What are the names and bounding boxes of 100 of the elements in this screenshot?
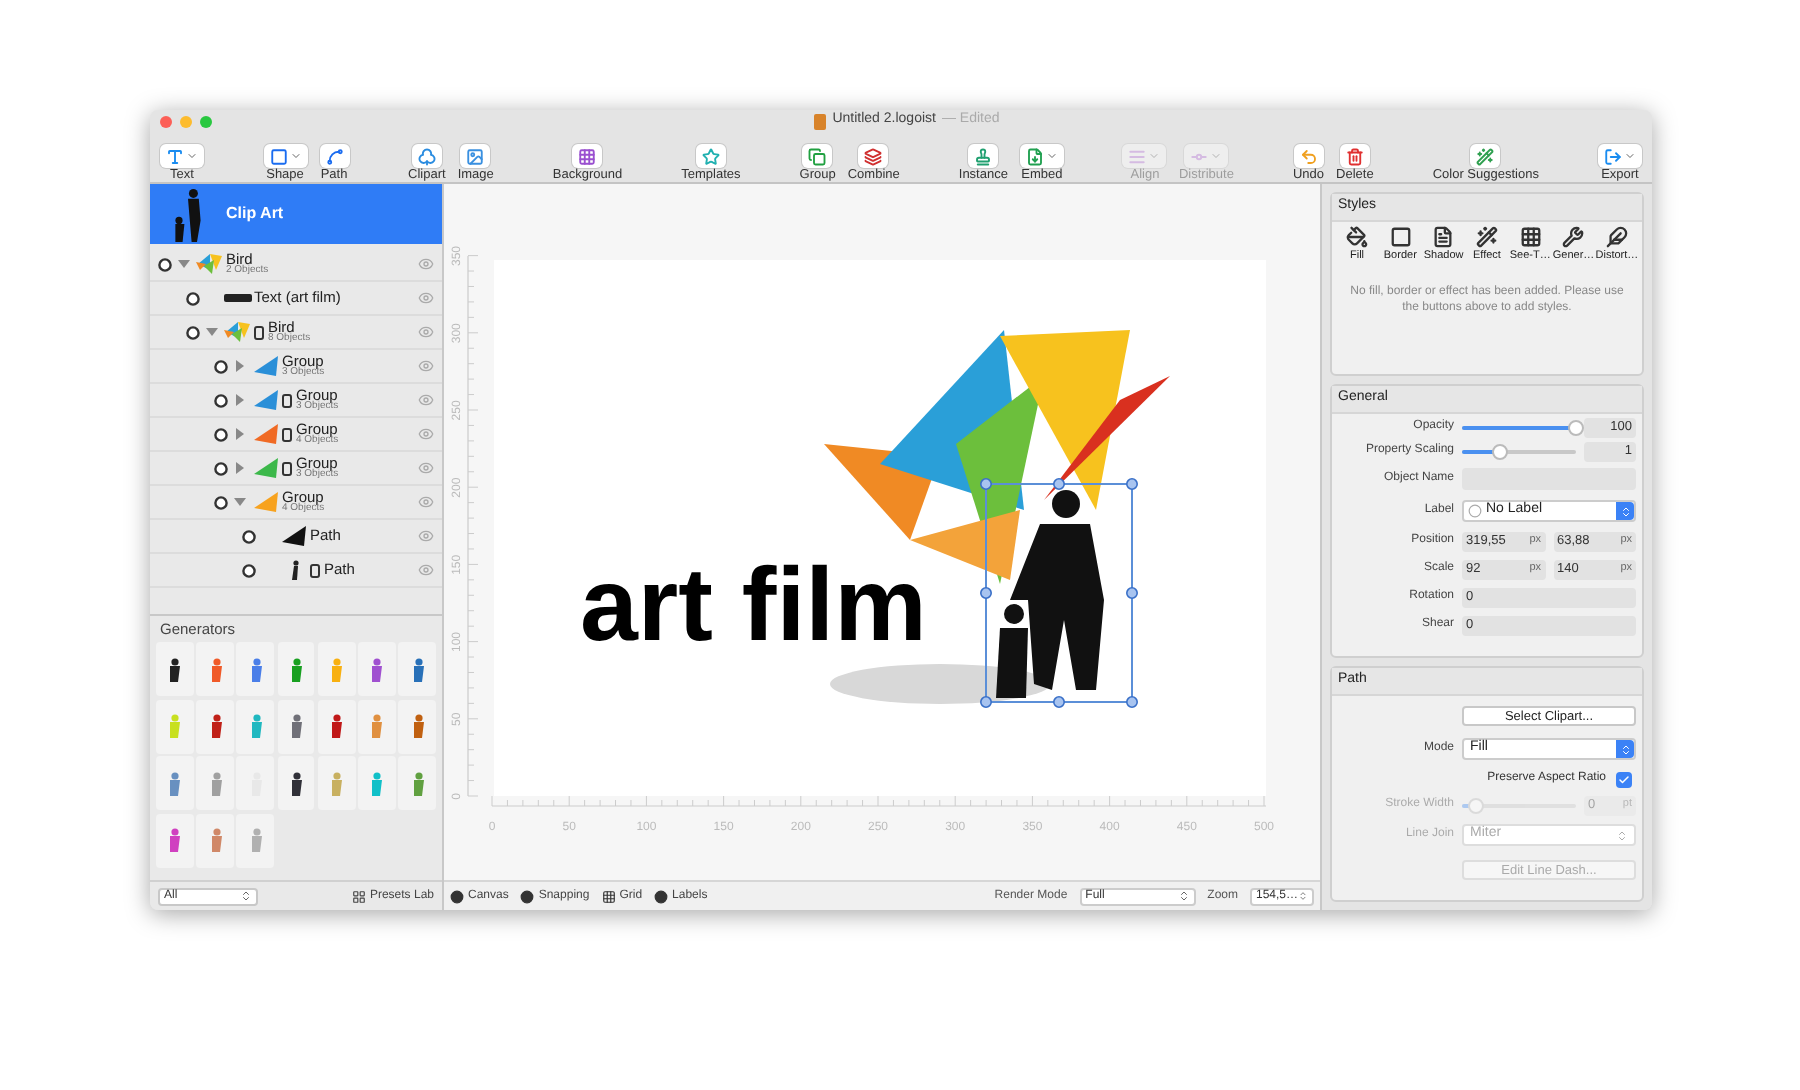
lock-icon bbox=[282, 393, 292, 407]
generator-thumbnail[interactable] bbox=[156, 813, 194, 868]
style-icon bbox=[1519, 225, 1542, 247]
tool-icon bbox=[1299, 147, 1318, 165]
link-node-icon[interactable] bbox=[214, 427, 228, 441]
document-icon bbox=[814, 113, 827, 129]
generator-thumbnail[interactable] bbox=[196, 699, 234, 754]
bird-thumbnail-icon bbox=[196, 252, 224, 276]
link-node-icon[interactable] bbox=[186, 325, 200, 339]
caret-icon bbox=[1210, 150, 1223, 162]
text-thumbnail-icon bbox=[224, 292, 252, 304]
tool-icon bbox=[417, 147, 436, 165]
tool-icon bbox=[578, 147, 597, 165]
generator-thumbnail[interactable] bbox=[196, 642, 234, 697]
visibility-icon[interactable] bbox=[418, 494, 434, 510]
caret-icon bbox=[289, 150, 302, 162]
style-icon bbox=[1389, 225, 1412, 247]
toggle-icon bbox=[520, 889, 535, 903]
clip-art-header[interactable]: Clip Art bbox=[150, 184, 442, 244]
caret-icon bbox=[1623, 150, 1636, 162]
generator-thumbnail[interactable] bbox=[398, 642, 436, 697]
disclosure-triangle-icon[interactable] bbox=[234, 496, 246, 508]
close-button[interactable] bbox=[160, 115, 172, 127]
link-node-icon[interactable] bbox=[186, 291, 200, 305]
aspect-ratio-checkbox[interactable] bbox=[1616, 771, 1632, 787]
label-color-icon bbox=[1468, 504, 1482, 518]
generator-thumbnail[interactable] bbox=[156, 642, 194, 697]
style-icon bbox=[1346, 225, 1368, 247]
visibility-icon[interactable] bbox=[418, 460, 434, 476]
visibility-icon[interactable] bbox=[418, 256, 434, 272]
generator-thumbnail[interactable] bbox=[398, 756, 436, 811]
generator-thumbnail[interactable] bbox=[156, 699, 194, 754]
disclosure-triangle-icon[interactable] bbox=[234, 394, 246, 406]
selection-frame[interactable] bbox=[980, 478, 1138, 708]
disclosure-triangle-icon[interactable] bbox=[206, 326, 218, 338]
slider-thumb[interactable] bbox=[1491, 443, 1508, 459]
visibility-icon[interactable] bbox=[418, 562, 434, 578]
visibility-icon[interactable] bbox=[418, 324, 434, 340]
generator-thumbnail[interactable] bbox=[277, 642, 315, 697]
lock-icon bbox=[310, 563, 320, 577]
clip-art-title: Clip Art bbox=[226, 202, 284, 226]
generator-thumbnail[interactable] bbox=[156, 756, 194, 811]
link-node-icon[interactable] bbox=[242, 563, 256, 577]
tool-icon bbox=[701, 147, 720, 165]
generator-thumbnail[interactable] bbox=[358, 699, 396, 754]
generator-thumbnail[interactable] bbox=[236, 642, 275, 697]
disclosure-triangle-icon[interactable] bbox=[234, 360, 246, 372]
generator-thumbnail[interactable] bbox=[317, 756, 356, 811]
tool-icon bbox=[1603, 147, 1622, 165]
toggle-icon bbox=[601, 889, 616, 903]
visibility-icon[interactable] bbox=[418, 426, 434, 442]
link-node-icon[interactable] bbox=[214, 393, 228, 407]
tool-icon bbox=[808, 147, 827, 165]
tool-icon bbox=[166, 147, 184, 165]
lock-icon bbox=[282, 461, 292, 475]
toggle-icon bbox=[450, 889, 464, 903]
tool-icon bbox=[466, 147, 485, 165]
tool-icon bbox=[1128, 147, 1147, 165]
slider[interactable] bbox=[1462, 443, 1576, 459]
lock-icon bbox=[282, 427, 292, 441]
generator-thumbnail[interactable] bbox=[358, 642, 396, 697]
link-node-icon[interactable] bbox=[214, 461, 228, 475]
toggle-icon bbox=[654, 889, 669, 903]
link-node-icon[interactable] bbox=[158, 257, 172, 271]
bird-thumbnail-icon bbox=[224, 320, 252, 344]
style-icon bbox=[1475, 225, 1498, 247]
style-icon bbox=[1605, 225, 1628, 247]
disclosure-triangle-icon[interactable] bbox=[178, 258, 190, 270]
visibility-icon[interactable] bbox=[418, 358, 434, 374]
silhouette-thumbnail bbox=[170, 187, 206, 241]
generator-thumbnail[interactable] bbox=[277, 756, 315, 811]
tool-icon bbox=[269, 147, 288, 165]
visibility-icon[interactable] bbox=[418, 528, 434, 544]
generator-thumbnail[interactable] bbox=[196, 756, 234, 811]
link-node-icon[interactable] bbox=[242, 529, 256, 543]
check-icon bbox=[1618, 773, 1630, 785]
zoom-button[interactable] bbox=[200, 115, 212, 127]
generator-thumbnail[interactable] bbox=[398, 699, 436, 754]
generator-thumbnail[interactable] bbox=[196, 813, 234, 868]
disclosure-triangle-icon[interactable] bbox=[234, 462, 246, 474]
generator-thumbnail[interactable] bbox=[358, 756, 396, 811]
generator-thumbnail[interactable] bbox=[317, 642, 356, 697]
style-icon bbox=[1432, 225, 1455, 247]
generator-thumbnail[interactable] bbox=[236, 699, 275, 754]
link-node-icon[interactable] bbox=[214, 359, 228, 373]
caret-icon bbox=[1148, 150, 1161, 162]
tool-icon bbox=[1476, 147, 1495, 165]
presets-icon bbox=[351, 889, 366, 903]
tool-icon bbox=[974, 147, 993, 165]
generator-thumbnail[interactable] bbox=[236, 813, 275, 868]
caret-icon bbox=[186, 150, 198, 162]
visibility-icon[interactable] bbox=[418, 290, 434, 306]
link-node-icon[interactable] bbox=[214, 495, 228, 509]
generator-thumbnail[interactable] bbox=[317, 699, 356, 754]
visibility-icon[interactable] bbox=[418, 392, 434, 408]
figure-thumbnail-icon bbox=[289, 560, 299, 580]
disclosure-triangle-icon[interactable] bbox=[234, 428, 246, 440]
slider-thumb[interactable] bbox=[1568, 419, 1584, 435]
generator-thumbnail[interactable] bbox=[277, 699, 315, 754]
caret-icon bbox=[1045, 150, 1058, 162]
